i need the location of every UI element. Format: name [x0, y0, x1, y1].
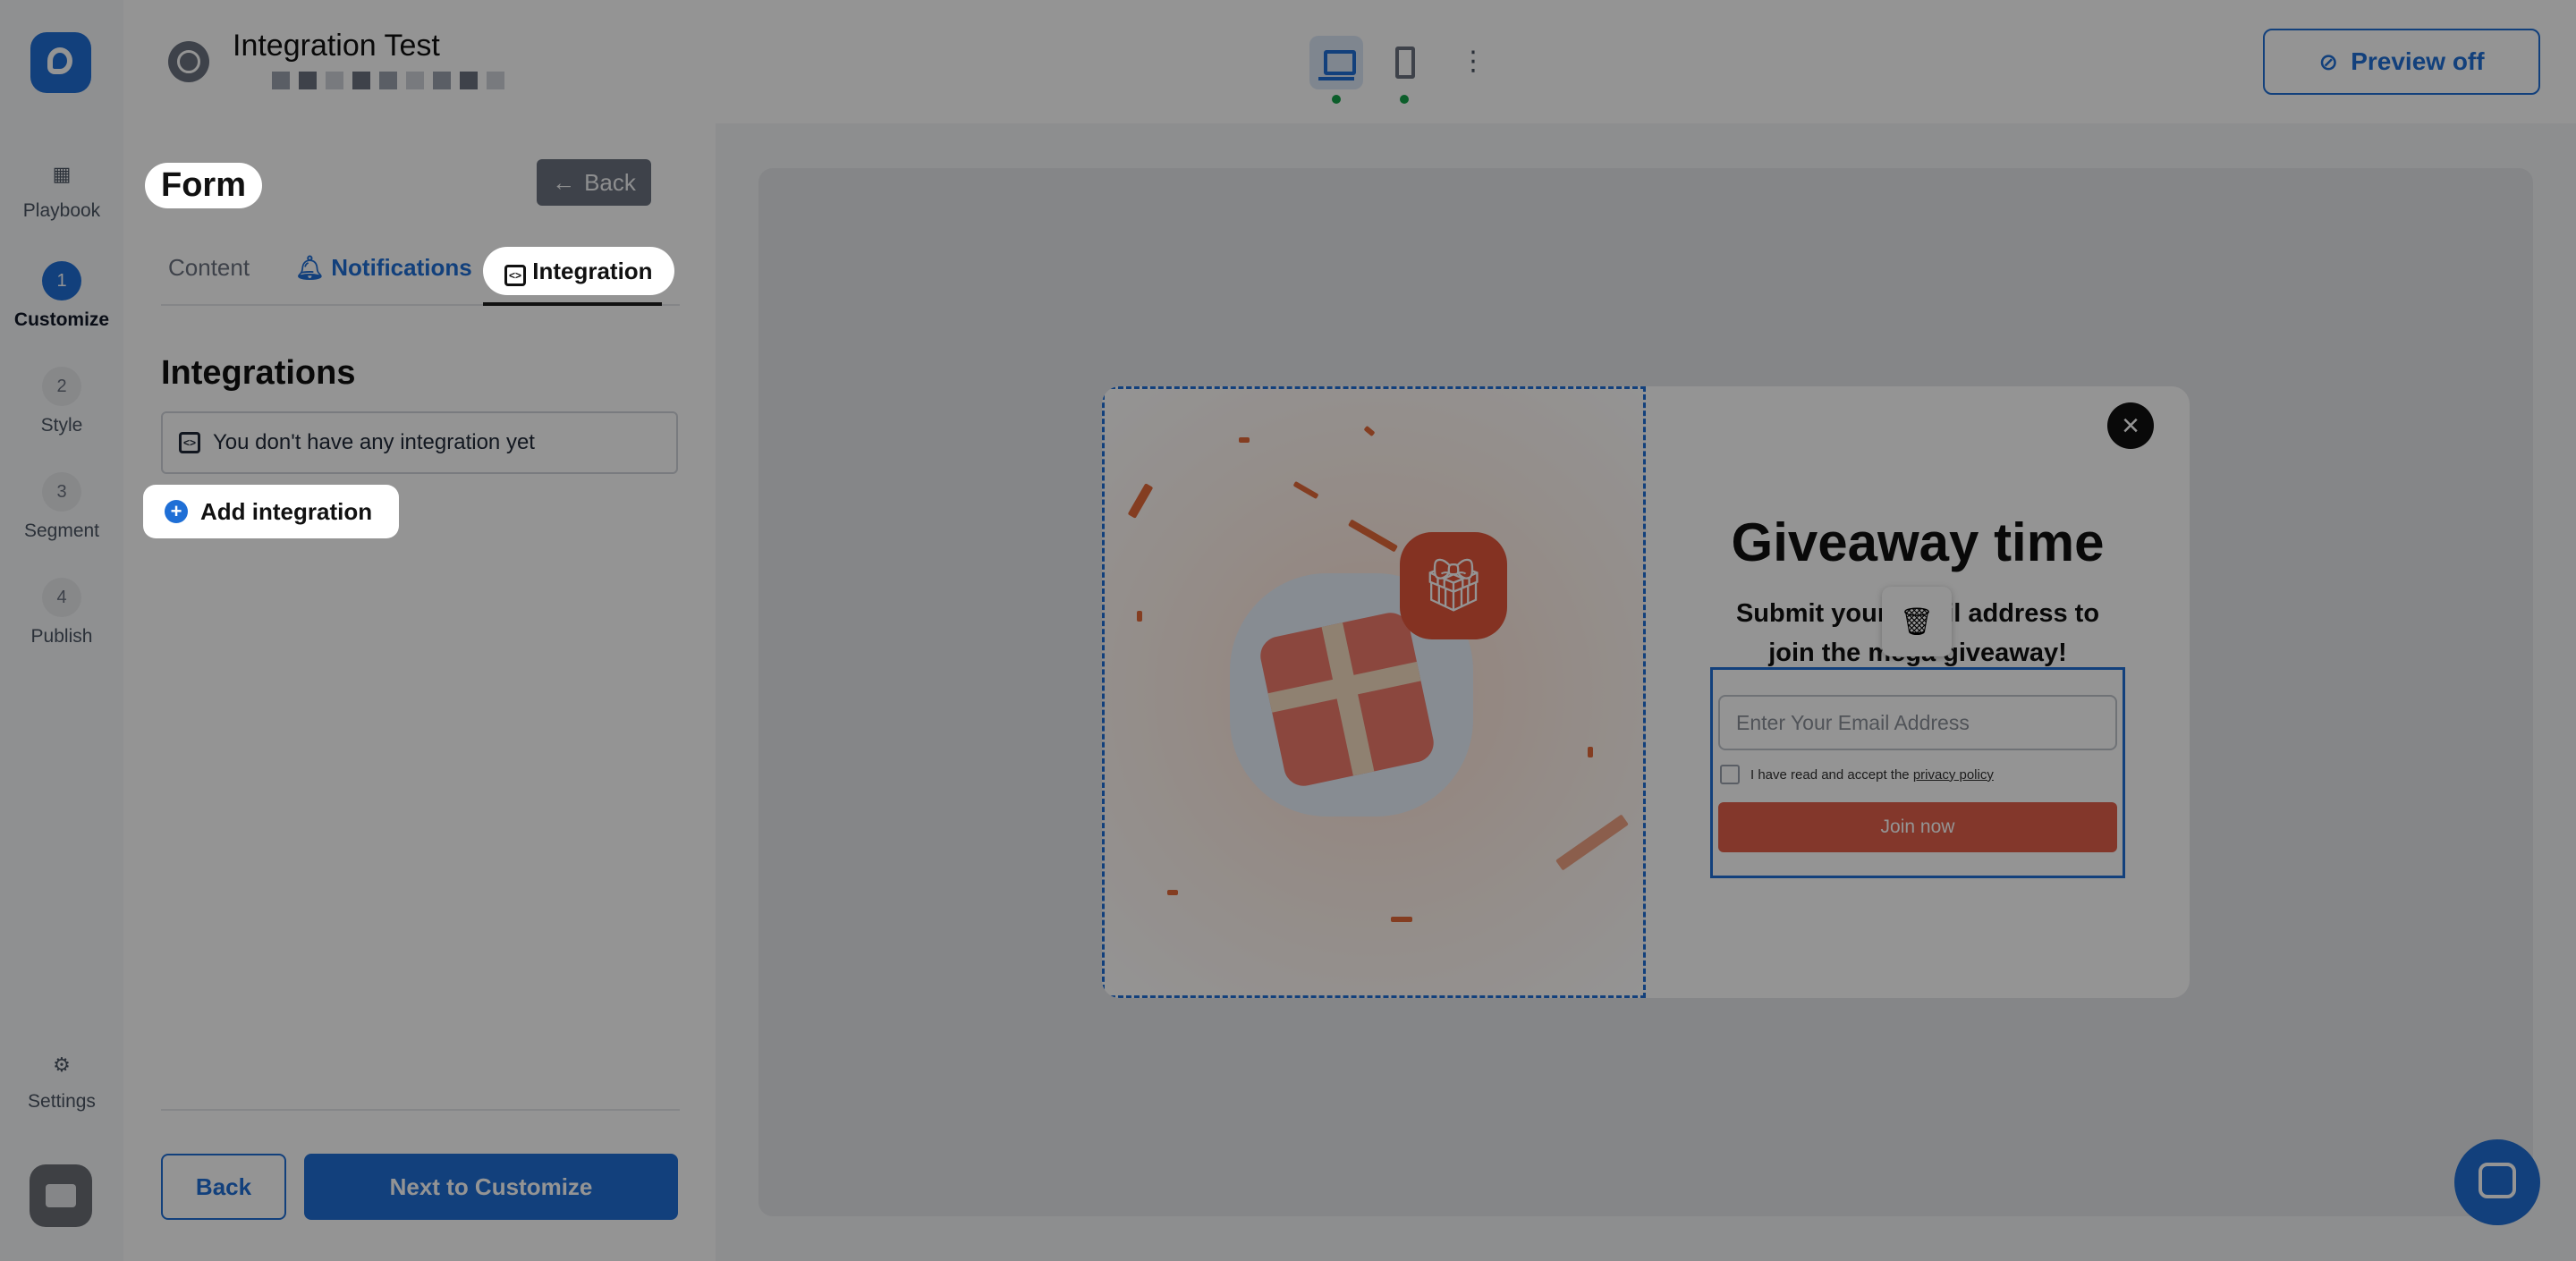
gear-icon: ⚙ — [53, 1054, 71, 1076]
left-rail: ▦ Playbook 1 Customize 2 Style 3 Segment… — [0, 0, 125, 1261]
status-dot — [1332, 95, 1341, 104]
back-top-label: Back — [584, 168, 636, 196]
step-badge: 1 — [42, 261, 81, 300]
arrow-left-icon: ← — [552, 168, 576, 196]
join-button[interactable]: Join now — [1718, 802, 2117, 852]
chat-launcher[interactable] — [2454, 1139, 2540, 1225]
consent-checkbox[interactable] — [1720, 765, 1740, 784]
top-bar: Integration Test ⋮ ⊘ Preview off — [123, 0, 2576, 125]
empty-integrations: <> You don't have any integration yet — [161, 411, 678, 474]
next-button[interactable]: Next to Customize — [304, 1154, 678, 1220]
confetti — [1292, 480, 1319, 500]
tab-integration[interactable]: <> Integration — [483, 247, 674, 306]
rail-label: Segment — [23, 520, 100, 541]
desktop-view-button[interactable] — [1309, 36, 1363, 104]
status-dot — [1400, 95, 1409, 104]
desktop-icon — [1318, 50, 1356, 80]
divider — [161, 1109, 680, 1111]
rail-label: Publish — [30, 626, 93, 647]
plus-icon: + — [165, 500, 188, 523]
confetti — [1137, 611, 1142, 622]
consent-text: I have read and accept the privacy polic… — [1750, 767, 1994, 783]
tab-content[interactable]: Content — [168, 247, 250, 300]
confetti — [1588, 747, 1593, 757]
rail-style[interactable]: 2 Style — [0, 367, 123, 436]
app: ▦ Playbook 1 Customize 2 Style 3 Segment… — [0, 0, 2576, 1261]
rail-playbook[interactable]: ▦ Playbook — [0, 159, 123, 222]
confetti — [1555, 814, 1629, 871]
eye-off-icon: ⊘ — [2318, 47, 2339, 75]
consent-row: I have read and accept the privacy polic… — [1720, 765, 1994, 784]
campaign-title: Integration Test — [233, 29, 440, 63]
step-badge: 3 — [42, 472, 81, 512]
code-icon: <> — [179, 432, 200, 453]
chat-icon — [2479, 1163, 2516, 1198]
gift-box-icon — [1257, 609, 1437, 790]
confetti — [1391, 917, 1412, 922]
rail-label: Settings — [28, 1091, 96, 1112]
preview-label: Preview off — [2351, 47, 2485, 75]
step-badge: 2 — [42, 367, 81, 406]
consent-label: I have read and accept the — [1750, 766, 1910, 783]
close-icon[interactable]: × — [2107, 402, 2154, 449]
trash-icon[interactable]: 🗑︎ — [1882, 587, 1952, 656]
mobile-view-button[interactable] — [1377, 36, 1431, 104]
popup-image[interactable]: 🎁︎ — [1102, 386, 1646, 998]
confetti — [1239, 437, 1250, 443]
confetti — [1348, 519, 1398, 553]
empty-text: You don't have any integration yet — [213, 430, 535, 454]
add-integration-label: Add integration — [200, 497, 373, 525]
rail-label: Customize — [13, 309, 110, 330]
tab-label: Notifications — [331, 254, 472, 281]
redacted-url — [272, 72, 504, 89]
more-options-icon[interactable]: ⋮ — [1460, 48, 1487, 75]
confetti — [1167, 890, 1178, 895]
grid-icon: ▦ — [52, 163, 72, 185]
rail-settings[interactable]: ⚙ Settings — [0, 1050, 123, 1113]
add-integration-button[interactable]: + Add integration — [143, 485, 400, 538]
rail-customize[interactable]: 1 Customize — [0, 261, 123, 331]
panel-title: Form — [145, 163, 262, 208]
mobile-icon — [1395, 47, 1415, 79]
email-field[interactable]: Enter Your Email Address — [1718, 695, 2117, 750]
popup-headline[interactable]: Giveaway time — [1646, 512, 2190, 573]
briefcase-icon — [46, 1184, 76, 1207]
rail-label: Playbook — [22, 200, 101, 221]
tab-notifications[interactable]: 🔔︎ Notifications — [295, 247, 472, 300]
section-title: Integrations — [161, 354, 356, 392]
popup-preview: 🎁︎ × Giveaway time Submit your email add… — [1102, 386, 2190, 998]
code-icon: <> — [504, 265, 526, 286]
globe-icon — [168, 41, 209, 82]
bell-icon: 🔔︎ — [295, 254, 326, 281]
step-badge: 4 — [42, 578, 81, 617]
confetti — [1127, 483, 1154, 519]
back-top-button[interactable]: ← Back — [537, 159, 651, 206]
rail-publish[interactable]: 4 Publish — [0, 578, 123, 647]
back-button[interactable]: Back — [161, 1154, 286, 1220]
rail-label: Style — [40, 415, 83, 436]
tab-label: Integration — [532, 258, 653, 284]
briefcase-button[interactable] — [30, 1164, 92, 1227]
preview-toggle-button[interactable]: ⊘ Preview off — [2263, 29, 2540, 95]
app-logo[interactable] — [30, 32, 91, 93]
rail-segment[interactable]: 3 Segment — [0, 472, 123, 542]
popup-form[interactable]: Enter Your Email Address I have read and… — [1710, 667, 2125, 878]
privacy-policy-link[interactable]: privacy policy — [1913, 767, 1994, 783]
confetti — [1363, 425, 1376, 437]
gift-icon: 🎁︎ — [1400, 532, 1507, 639]
